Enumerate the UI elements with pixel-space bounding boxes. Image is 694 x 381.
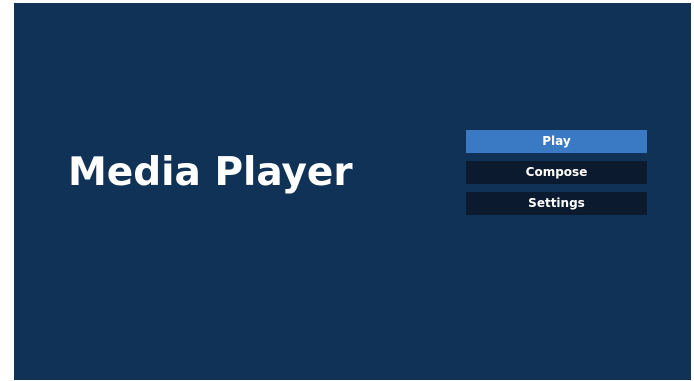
main-menu: Play Compose Settings [466, 130, 647, 223]
play-button[interactable]: Play [466, 130, 647, 153]
page-title: Media Player [68, 150, 353, 195]
settings-button[interactable]: Settings [466, 192, 647, 215]
compose-button[interactable]: Compose [466, 161, 647, 184]
media-player-screen: Media Player Play Compose Settings [14, 3, 691, 380]
